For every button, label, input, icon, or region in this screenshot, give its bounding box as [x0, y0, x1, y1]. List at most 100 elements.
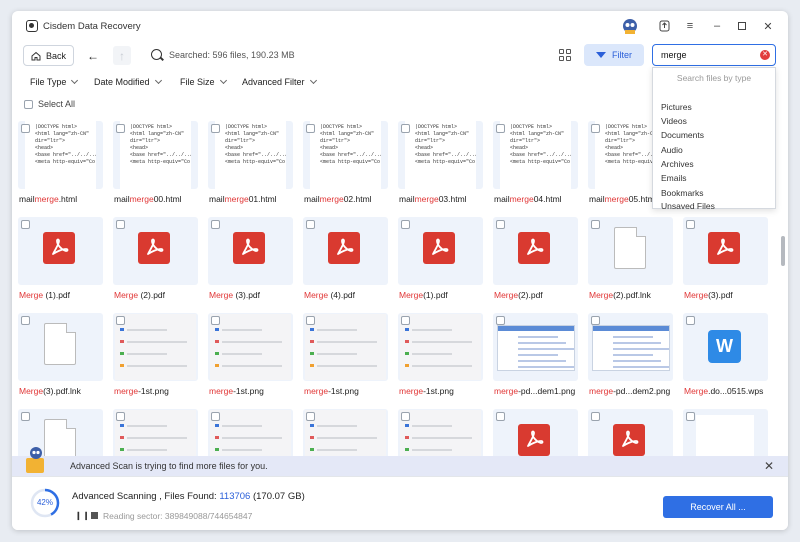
file-tile[interactable] [493, 313, 578, 381]
file-checkbox[interactable] [401, 124, 410, 133]
file-tile[interactable] [208, 217, 293, 285]
option-videos[interactable]: Videos [661, 116, 687, 126]
file-checkbox[interactable] [306, 412, 315, 421]
file-name: Merge.do...0515.wps [684, 386, 764, 396]
file-tile[interactable]: |DOCTYPE html> <html lang="zh-CN" dir="l… [18, 121, 103, 189]
file-checkbox[interactable] [306, 220, 315, 229]
file-checkbox[interactable] [591, 124, 600, 133]
option-emails[interactable]: Emails [661, 173, 687, 183]
file-tile[interactable]: |DOCTYPE html> <html lang="zh-CN" dir="l… [303, 121, 388, 189]
file-tile[interactable] [683, 409, 768, 457]
minimize-icon[interactable]: – [710, 19, 724, 33]
file-tile[interactable] [398, 217, 483, 285]
close-window-icon[interactable]: ✕ [761, 19, 775, 33]
file-tile[interactable] [683, 217, 768, 285]
option-documents[interactable]: Documents [661, 130, 704, 140]
advanced-filter[interactable]: Advanced Filter [242, 76, 317, 87]
grid-view-icon[interactable] [556, 45, 574, 65]
file-checkbox[interactable] [21, 220, 30, 229]
file-tile[interactable]: |DOCTYPE html> <html lang="zh-CN" dir="l… [208, 121, 293, 189]
file-checkbox[interactable] [211, 412, 220, 421]
select-all-checkbox[interactable] [24, 99, 33, 109]
file-tile[interactable]: |DOCTYPE html> <html lang="zh-CN" dir="l… [113, 121, 198, 189]
file-tile[interactable] [208, 409, 293, 457]
file-tile[interactable] [588, 409, 673, 457]
date-modified-filter[interactable]: Date Modified [94, 76, 162, 87]
blank-file-icon [44, 323, 76, 365]
file-name: Merge(3).pdf [684, 290, 733, 300]
file-tile[interactable] [18, 313, 103, 381]
file-tile[interactable] [588, 313, 673, 381]
file-tile[interactable] [398, 409, 483, 457]
pause-button[interactable]: ❙❙ [75, 511, 90, 520]
file-checkbox[interactable] [496, 220, 505, 229]
file-tile[interactable] [113, 313, 198, 381]
file-checkbox[interactable] [686, 220, 695, 229]
home-icon [31, 51, 41, 60]
option-pictures[interactable]: Pictures [661, 102, 692, 112]
search-field[interactable]: ✕ [652, 44, 776, 66]
file-tile[interactable]: |DOCTYPE html> <html lang="zh-CN" dir="l… [493, 121, 578, 189]
arrow-up-icon[interactable]: ↑ [113, 46, 131, 65]
file-checkbox[interactable] [21, 124, 30, 133]
file-tile[interactable] [303, 313, 388, 381]
file-checkbox[interactable] [116, 124, 125, 133]
stop-button[interactable] [91, 512, 98, 519]
file-checkbox[interactable] [116, 220, 125, 229]
file-type-filter[interactable]: File Type [30, 76, 79, 87]
arrow-left-icon[interactable]: ← [84, 46, 102, 65]
clear-search-icon[interactable]: ✕ [760, 50, 770, 60]
file-tile[interactable]: |DOCTYPE html> <html lang="zh-CN" dir="l… [398, 121, 483, 189]
blank-file-icon [44, 419, 76, 457]
option-unsaved-files[interactable]: Unsaved Files [661, 201, 715, 211]
file-checkbox[interactable] [591, 316, 600, 325]
file-checkbox[interactable] [306, 316, 315, 325]
file-checkbox[interactable] [211, 124, 220, 133]
file-checkbox[interactable] [686, 412, 695, 421]
file-checkbox[interactable] [306, 124, 315, 133]
file-size-filter[interactable]: File Size [180, 76, 227, 87]
back-button[interactable]: Back [23, 45, 74, 66]
close-notice-icon[interactable]: ✕ [764, 459, 774, 473]
file-checkbox[interactable] [496, 124, 505, 133]
file-checkbox[interactable] [401, 316, 410, 325]
file-tile[interactable]: W [683, 313, 768, 381]
file-checkbox[interactable] [496, 316, 505, 325]
file-checkbox[interactable] [591, 220, 600, 229]
menu-icon[interactable]: ≡ [683, 19, 697, 33]
file-checkbox[interactable] [496, 412, 505, 421]
file-checkbox[interactable] [21, 412, 30, 421]
file-checkbox[interactable] [211, 316, 220, 325]
search-input[interactable] [661, 49, 755, 61]
file-checkbox[interactable] [686, 316, 695, 325]
file-checkbox[interactable] [401, 220, 410, 229]
select-all[interactable]: Select All [24, 99, 75, 109]
assistant-robot-icon[interactable] [619, 14, 641, 36]
file-checkbox[interactable] [21, 316, 30, 325]
file-checkbox[interactable] [211, 220, 220, 229]
scrollbar-thumb[interactable] [781, 236, 785, 266]
file-tile[interactable] [113, 217, 198, 285]
file-tile[interactable] [113, 409, 198, 457]
filter-button[interactable]: Filter [584, 44, 644, 66]
file-tile[interactable] [493, 217, 578, 285]
option-bookmarks[interactable]: Bookmarks [661, 188, 704, 198]
file-name: Merge(2).pdf [494, 290, 543, 300]
recover-all-button[interactable]: Recover All ... [663, 496, 773, 518]
file-tile[interactable] [18, 217, 103, 285]
pdf-file-icon [233, 232, 265, 264]
maximize-icon[interactable] [735, 19, 749, 33]
file-checkbox[interactable] [401, 412, 410, 421]
file-tile[interactable] [398, 313, 483, 381]
file-tile[interactable] [208, 313, 293, 381]
file-tile[interactable] [303, 217, 388, 285]
file-tile[interactable] [588, 217, 673, 285]
option-archives[interactable]: Archives [661, 159, 694, 169]
file-checkbox[interactable] [116, 316, 125, 325]
file-checkbox[interactable] [116, 412, 125, 421]
file-checkbox[interactable] [591, 412, 600, 421]
file-tile[interactable] [303, 409, 388, 457]
file-tile[interactable] [493, 409, 578, 457]
option-audio[interactable]: Audio [661, 145, 683, 155]
upload-feedback-icon[interactable] [657, 19, 671, 33]
